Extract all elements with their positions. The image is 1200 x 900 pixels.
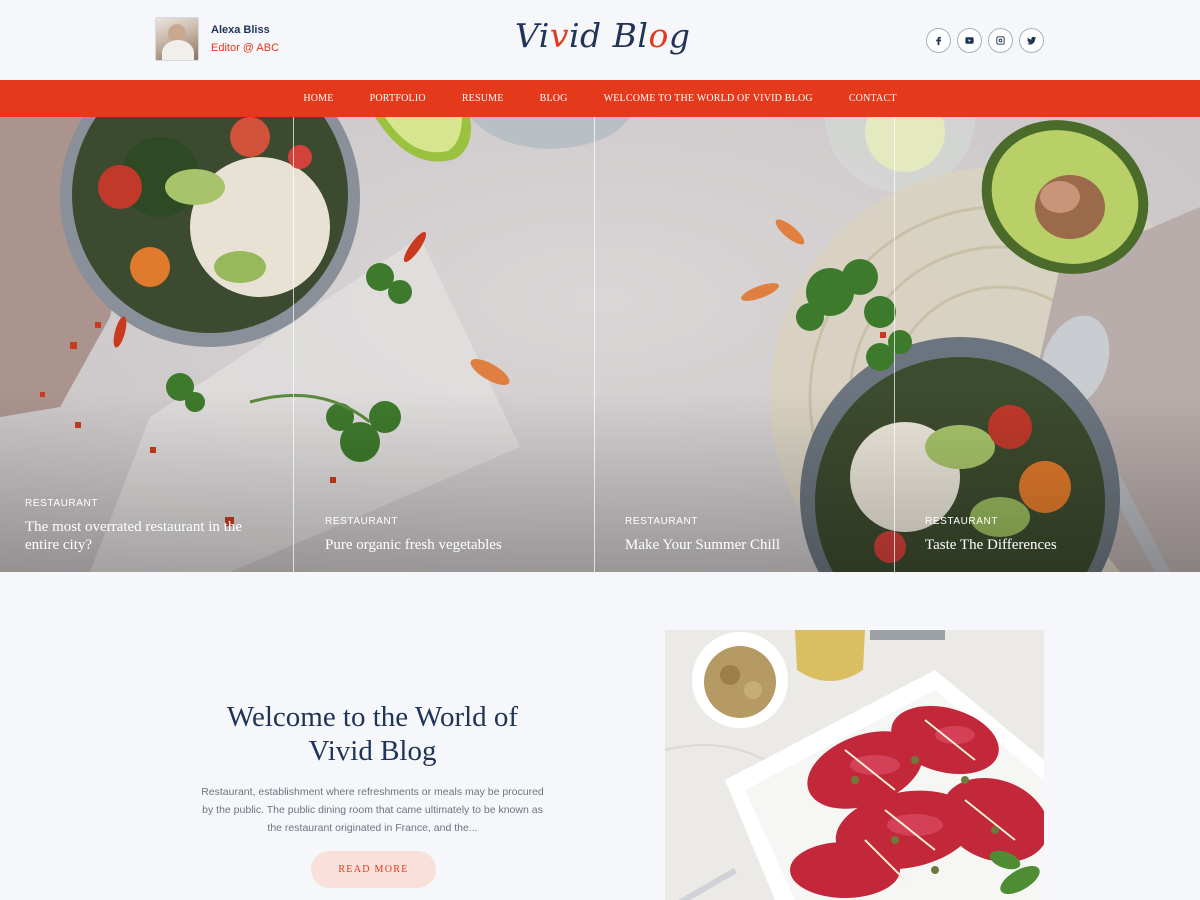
nav-list: HOME PORTFOLIO RESUME BLOG WELCOME TO TH…: [285, 93, 914, 104]
nav-item-contact[interactable]: CONTACT: [831, 93, 915, 104]
logo-part: g: [668, 16, 691, 55]
logo-accent: v: [549, 16, 569, 55]
slide-3[interactable]: RESTAURANT Make Your Summer Chill: [600, 117, 900, 572]
slide-title[interactable]: Pure organic fresh vegetables: [325, 536, 565, 554]
intro-text: Restaurant, establishment where refreshm…: [201, 786, 544, 834]
instagram-icon[interactable]: [988, 28, 1013, 53]
main-nav: HOME PORTFOLIO RESUME BLOG WELCOME TO TH…: [0, 80, 1200, 117]
slide-title[interactable]: Taste The Differences: [925, 536, 1165, 554]
logo-part: id Bl: [568, 16, 649, 55]
read-more-button[interactable]: READ MORE: [311, 851, 436, 888]
slide-category[interactable]: RESTAURANT: [25, 498, 98, 509]
avatar[interactable]: [155, 17, 199, 61]
twitter-icon[interactable]: [1019, 28, 1044, 53]
logo-part: Vi: [515, 16, 550, 55]
nav-item-welcome[interactable]: WELCOME TO THE WORLD OF VIVID BLOG: [586, 93, 831, 104]
slide-category[interactable]: RESTAURANT: [625, 516, 698, 527]
intro-section: Welcome to the World of Vivid Blog Resta…: [200, 700, 545, 837]
author-info: Alexa Bliss Editor @ ABC: [211, 23, 279, 55]
slide-title[interactable]: The most overrated restaurant in the ent…: [25, 518, 265, 554]
slide-1[interactable]: RESTAURANT The most overrated restaurant…: [0, 117, 300, 572]
author-box: Alexa Bliss Editor @ ABC: [155, 17, 279, 61]
carpaccio-image: [665, 630, 1044, 900]
slide-title[interactable]: Make Your Summer Chill: [625, 536, 865, 554]
slide-2[interactable]: RESTAURANT Pure organic fresh vegetables: [300, 117, 600, 572]
logo-accent: o: [648, 16, 669, 55]
youtube-icon[interactable]: [957, 28, 982, 53]
author-role: Editor @ ABC: [211, 42, 280, 54]
nav-item-home[interactable]: HOME: [285, 93, 351, 104]
nav-item-resume[interactable]: RESUME: [444, 93, 522, 104]
facebook-icon[interactable]: [926, 28, 951, 53]
social-links: [926, 28, 1044, 53]
author-name: Alexa Bliss: [211, 24, 270, 36]
site-header: Alexa Bliss Editor @ ABC Vivid Blog: [0, 0, 1200, 80]
slide-4[interactable]: RESTAURANT Taste The Differences: [900, 117, 1200, 572]
site-logo[interactable]: Vivid Blog: [515, 16, 690, 55]
hero-slider: RESTAURANT The most overrated restaurant…: [0, 117, 1200, 572]
nav-item-portfolio[interactable]: PORTFOLIO: [352, 93, 444, 104]
slide-category[interactable]: RESTAURANT: [925, 516, 998, 527]
intro-title: Welcome to the World of Vivid Blog: [226, 701, 519, 767]
slide-category[interactable]: RESTAURANT: [325, 516, 398, 527]
nav-item-blog[interactable]: BLOG: [522, 93, 586, 104]
feature-image[interactable]: [665, 630, 1044, 900]
